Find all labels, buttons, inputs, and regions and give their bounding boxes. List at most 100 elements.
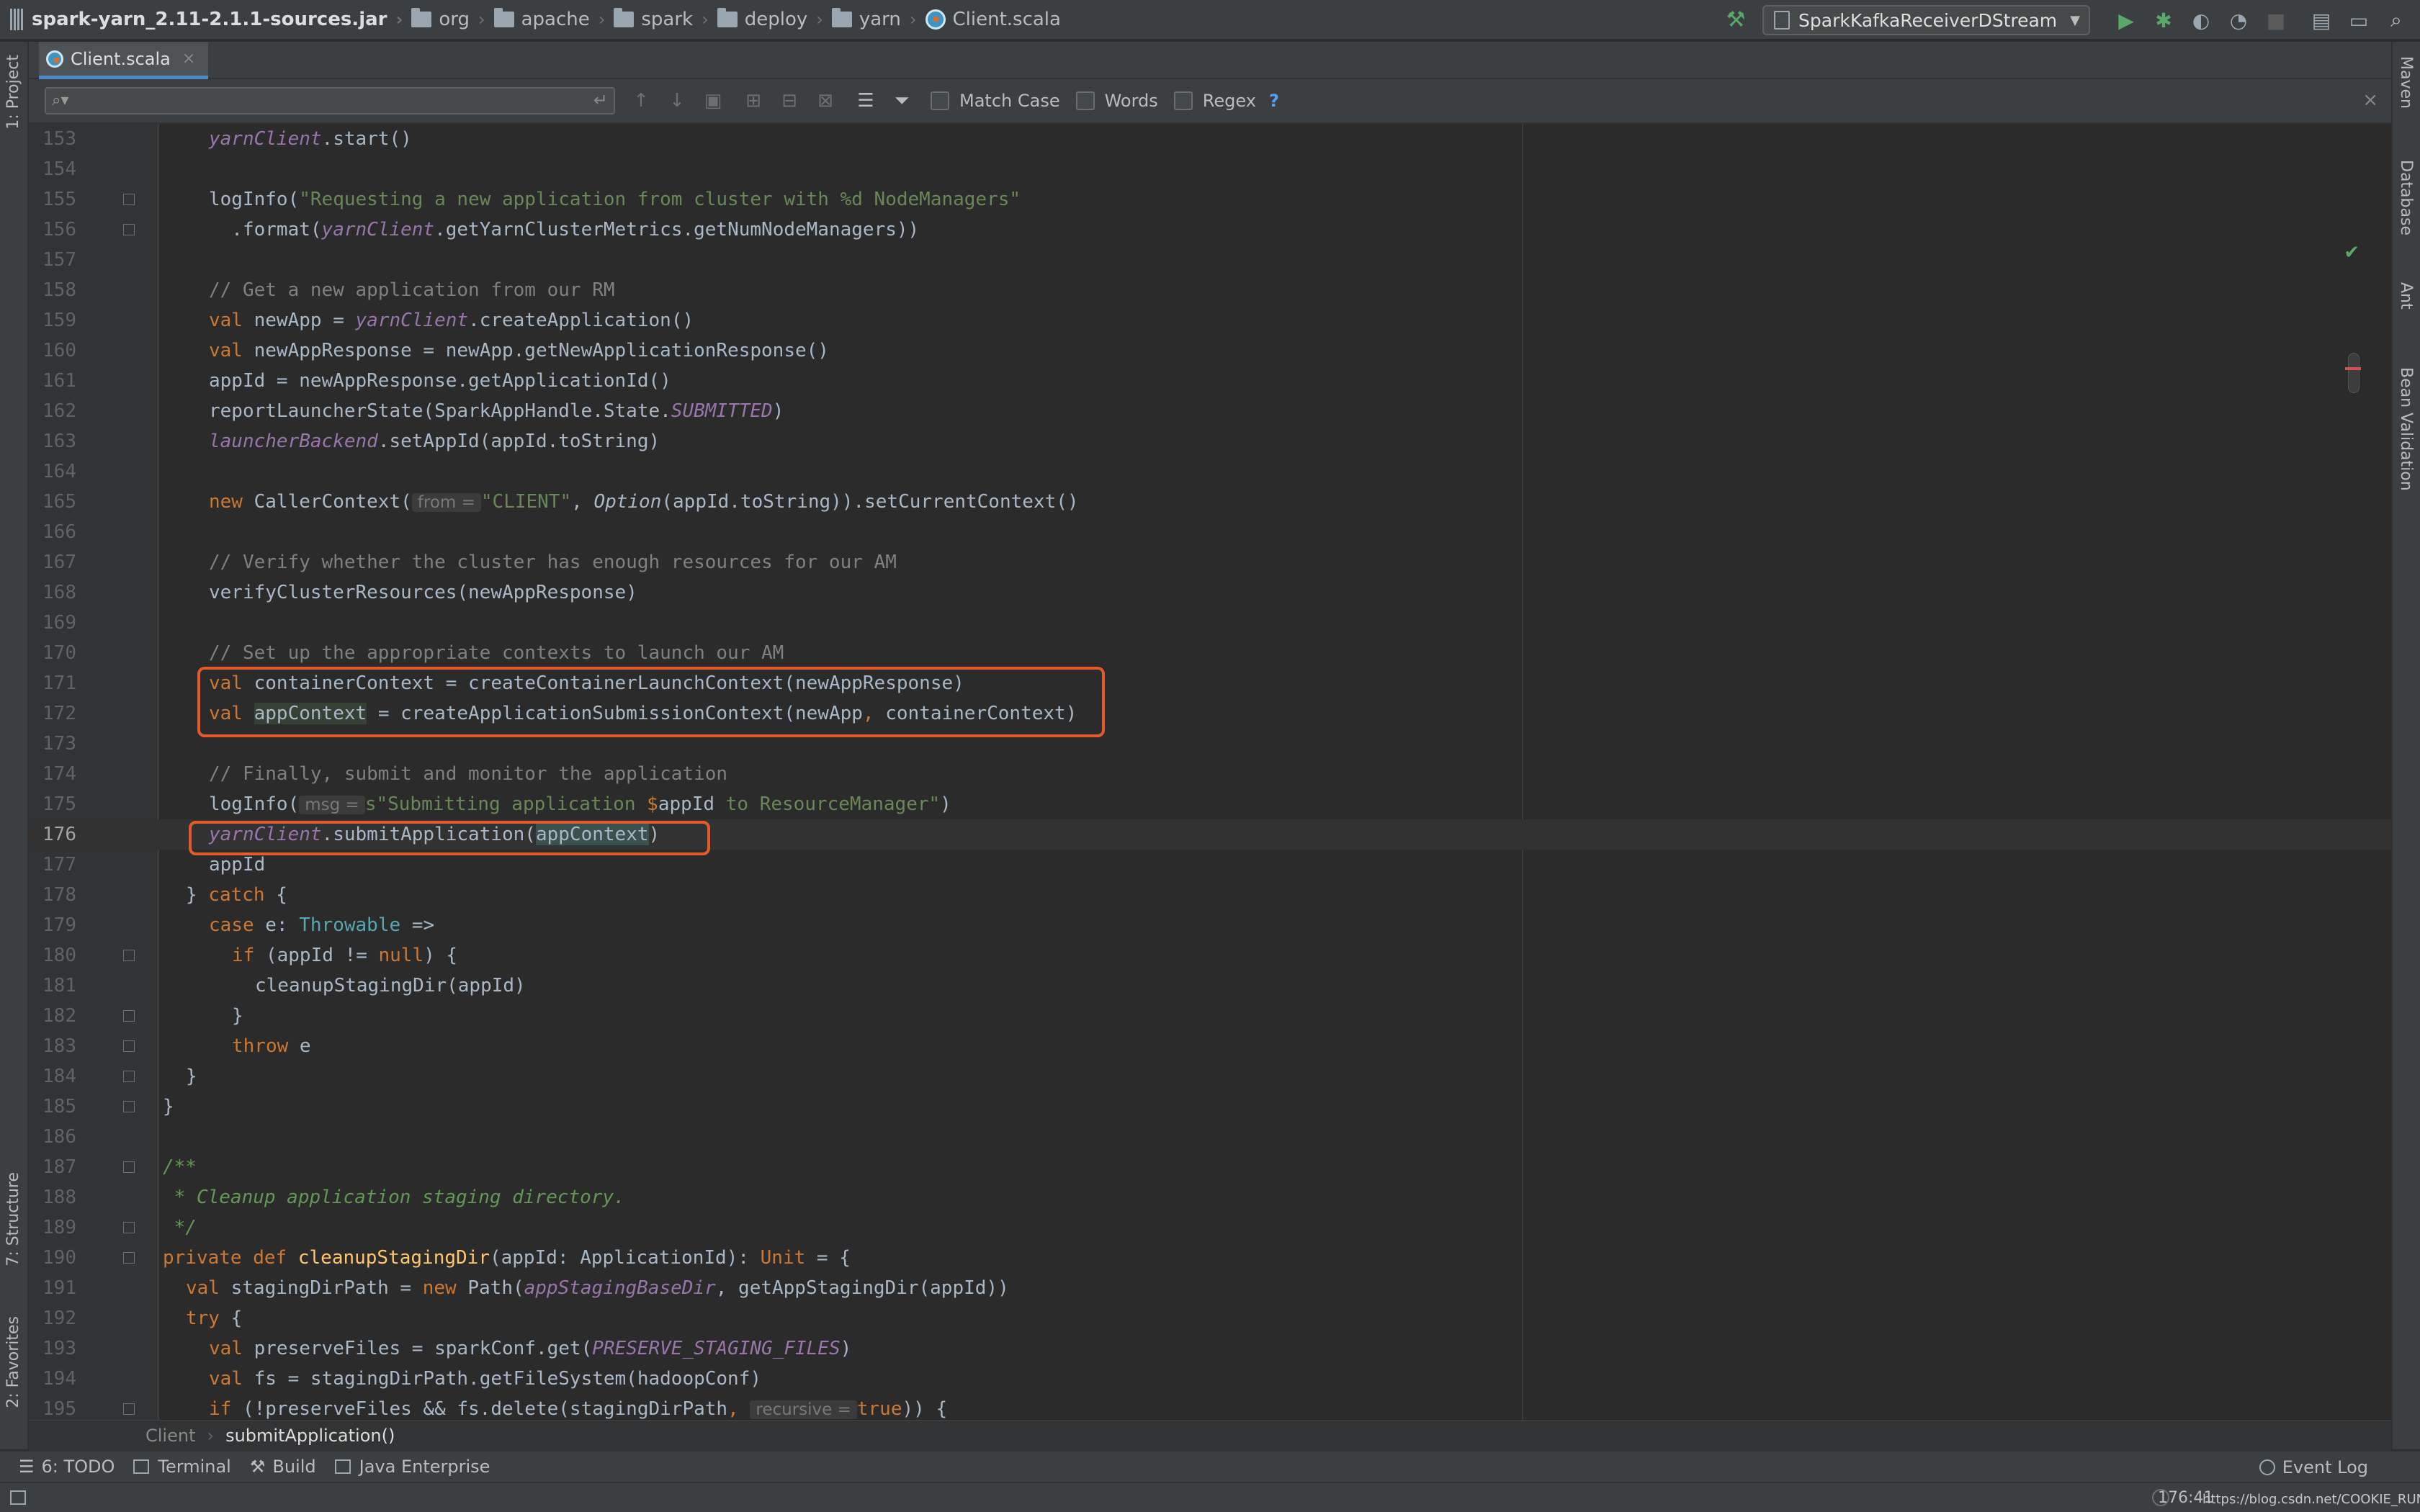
crumb-spark[interactable]: spark ›: [614, 8, 717, 30]
remove-occurrence-icon[interactable]: ⊟: [776, 88, 802, 114]
config-icon: [1774, 11, 1791, 30]
code-line[interactable]: 179 case e: Throwable =>: [29, 910, 2391, 940]
run-configuration-select[interactable]: SparkKafkaReceiverDStream ▼: [1762, 5, 2090, 35]
words-checkbox[interactable]: Words: [1075, 91, 1158, 111]
code-line[interactable]: 158 // Get a new application from our RM: [29, 275, 2391, 305]
add-occurrence-icon[interactable]: ⊞: [740, 88, 766, 114]
terminal-window-icon[interactable]: ▭: [2347, 8, 2371, 32]
code-line[interactable]: 161 appId = newAppResponse.getApplication…: [29, 366, 2391, 396]
code-line[interactable]: 188 * Cleanup application staging direct…: [29, 1182, 2391, 1212]
code-line[interactable]: 154: [29, 154, 2391, 184]
tab-client-scala[interactable]: Client.scala ×: [39, 42, 209, 79]
ant-tool-button[interactable]: Ant: [2397, 282, 2415, 310]
crumb-file[interactable]: Client.scala: [925, 9, 1061, 30]
fold-marker-icon[interactable]: [123, 1071, 135, 1082]
code-line[interactable]: 175 logInfo(msg = s"Submitting application…: [29, 789, 2391, 819]
terminal-tool-button[interactable]: Terminal: [133, 1457, 231, 1477]
fold-marker-icon[interactable]: [123, 950, 135, 961]
crumb-yarn[interactable]: yarn ›: [831, 8, 926, 30]
crumb-org[interactable]: org ›: [411, 8, 493, 30]
select-occurrences-icon[interactable]: ⊠: [812, 88, 838, 114]
code-line[interactable]: 182}: [29, 1001, 2391, 1031]
crumb-class[interactable]: Client: [145, 1426, 195, 1446]
search-everywhere-icon[interactable]: ⌕: [2384, 8, 2408, 32]
favorites-tool-button[interactable]: 2: Favorites: [4, 1316, 22, 1408]
bean-validation-tool-button[interactable]: Bean Validation: [2397, 367, 2415, 491]
select-all-icon[interactable]: ▣: [700, 88, 726, 114]
code-editor[interactable]: ✔ 153 yarnClient.start() 154 155 logInfo("…: [29, 124, 2391, 1420]
code-line[interactable]: 166: [29, 517, 2391, 547]
stop-icon[interactable]: ■: [2264, 8, 2288, 32]
fold-marker-icon[interactable]: [123, 1252, 135, 1264]
code-line[interactable]: 159 val newApp = yarnClient.createApplica…: [29, 305, 2391, 336]
fold-marker-icon[interactable]: [123, 1010, 135, 1022]
crumb-apache[interactable]: apache ›: [493, 8, 614, 30]
code-line[interactable]: 192 try {: [29, 1303, 2391, 1333]
search-input[interactable]: ⌕▾ ↵: [45, 87, 615, 114]
crumb-deploy[interactable]: deploy ›: [717, 8, 832, 30]
event-log-button[interactable]: Event Log: [2259, 1457, 2368, 1477]
code-token: e: [288, 1035, 311, 1057]
filter-options-icon[interactable]: ☰: [853, 88, 879, 114]
project-tool-button[interactable]: 1: Project: [4, 55, 22, 130]
structure-tool-button[interactable]: 7: Structure: [4, 1172, 22, 1266]
match-case-checkbox[interactable]: Match Case: [931, 91, 1060, 111]
regex-checkbox[interactable]: Regex: [1173, 91, 1256, 111]
fold-marker-icon[interactable]: [123, 1040, 135, 1052]
code-line[interactable]: 163 launcherBackend.setAppId(appId.toStri…: [29, 426, 2391, 456]
build-hammer-icon[interactable]: ⚒: [1724, 8, 1748, 32]
fold-marker-icon[interactable]: [123, 1403, 135, 1415]
code-line[interactable]: 168 verifyClusterResources(newAppResponse…: [29, 577, 2391, 608]
project-structure-icon[interactable]: ▤: [2309, 8, 2334, 32]
code-line[interactable]: 169: [29, 608, 2391, 638]
code-line[interactable]: 195 if (!preserveFiles && fs.delete(stagi…: [29, 1394, 2391, 1420]
regex-help-link[interactable]: ?: [1269, 91, 1279, 111]
profile-icon[interactable]: ◔: [2226, 8, 2251, 32]
todo-tool-button[interactable]: ☰ 6: TODO: [19, 1457, 115, 1477]
fold-marker-icon[interactable]: [123, 1222, 135, 1233]
code-line[interactable]: 185}: [29, 1092, 2391, 1122]
code-line[interactable]: 167 // Verify whether the cluster has eno…: [29, 547, 2391, 577]
crumb-method[interactable]: submitApplication(): [225, 1426, 395, 1446]
debug-icon[interactable]: ✱: [2151, 8, 2176, 32]
code-line[interactable]: 187 /**: [29, 1152, 2391, 1182]
code-line[interactable]: 174 // Finally, submit and monitor the ap…: [29, 759, 2391, 789]
filter-icon[interactable]: ⏷: [889, 88, 915, 114]
java-enterprise-tool-button[interactable]: Java Enterprise: [334, 1457, 490, 1477]
previous-occurrence-icon[interactable]: ↑: [628, 88, 654, 114]
maven-tool-button[interactable]: Maven: [2397, 56, 2415, 109]
crumb-jar[interactable]: spark-yarn_2.11-2.1.1-sources.jar ›: [10, 9, 411, 30]
code-line[interactable]: 191 val stagingDirPath = new Path(appStag…: [29, 1273, 2391, 1303]
build-tool-button[interactable]: ⚒ Build: [250, 1457, 316, 1477]
code-line[interactable]: 165 new CallerContext(from = "CLIENT", Opt…: [29, 487, 2391, 517]
code-line[interactable]: 193 val preserveFiles = sparkConf.get(PRE…: [29, 1333, 2391, 1364]
code-line[interactable]: 164: [29, 456, 2391, 487]
fold-marker-icon[interactable]: [123, 194, 135, 205]
code-line[interactable]: 155 logInfo("Requesting a new application…: [29, 184, 2391, 215]
fold-marker-icon[interactable]: [123, 224, 135, 235]
close-icon[interactable]: ×: [182, 50, 195, 68]
code-line[interactable]: 194 val fs = stagingDirPath.getFileSystem…: [29, 1364, 2391, 1394]
database-tool-button[interactable]: Database: [2397, 160, 2415, 235]
toggle-tool-windows-icon[interactable]: [10, 1490, 26, 1505]
code-line[interactable]: 186: [29, 1122, 2391, 1152]
coverage-icon[interactable]: ◐: [2189, 8, 2213, 32]
fold-marker-icon[interactable]: [123, 1101, 135, 1112]
code-line[interactable]: 184}: [29, 1061, 2391, 1092]
code-line[interactable]: 183 throw e: [29, 1031, 2391, 1061]
next-occurrence-icon[interactable]: ↓: [664, 88, 690, 114]
code-line[interactable]: 153 yarnClient.start(): [29, 124, 2391, 154]
code-line[interactable]: 180 if (appId != null) {: [29, 940, 2391, 971]
code-line[interactable]: 160 val newAppResponse = newApp.getNewApp…: [29, 336, 2391, 366]
code-line[interactable]: 170 // Set up the appropriate contexts to…: [29, 638, 2391, 668]
run-icon[interactable]: ▶: [2114, 8, 2138, 32]
close-icon[interactable]: ×: [2362, 89, 2378, 111]
code-line[interactable]: 162 reportLauncherState(SparkAppHandle.St…: [29, 396, 2391, 426]
code-line[interactable]: 189 */: [29, 1212, 2391, 1243]
code-line[interactable]: 157: [29, 245, 2391, 275]
code-line[interactable]: 190 private def cleanupStagingDir(appId: …: [29, 1243, 2391, 1273]
fold-marker-icon[interactable]: [123, 1161, 135, 1173]
code-line[interactable]: 156 .format(yarnClient.getYarnClusterMet…: [29, 215, 2391, 245]
code-line[interactable]: 181 cleanupStagingDir(appId): [29, 971, 2391, 1001]
code-line[interactable]: 178} catch {: [29, 880, 2391, 910]
